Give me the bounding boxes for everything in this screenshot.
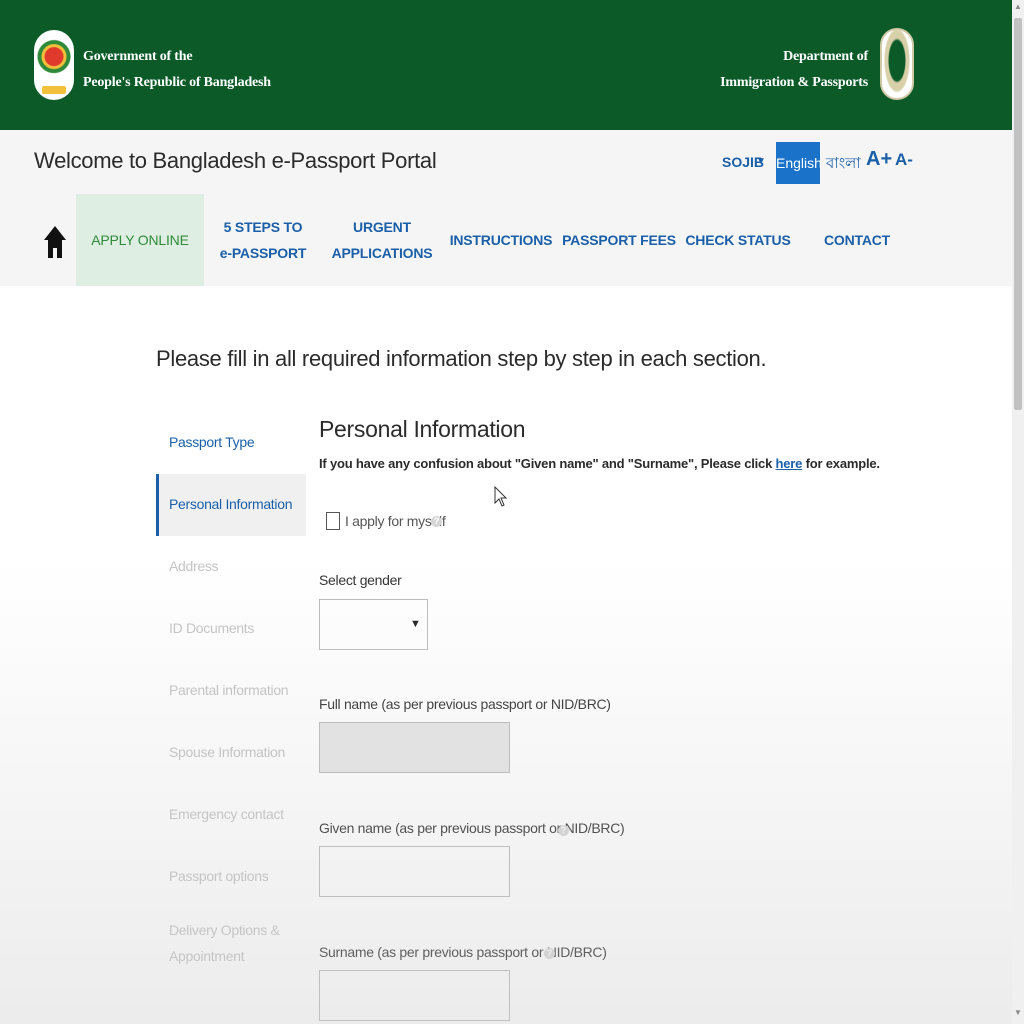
department-line-2: Immigration & Passports — [720, 75, 868, 90]
chevron-down-icon[interactable]: ▼ — [410, 618, 421, 630]
language-english-button[interactable]: English — [776, 142, 822, 184]
gender-label: Select gender — [319, 572, 402, 588]
language-bangla-button[interactable]: বাংলা — [826, 152, 861, 177]
nav-instructions[interactable]: INSTRUCTIONS — [442, 194, 560, 286]
home-icon[interactable] — [42, 224, 68, 260]
apply-for-myself-checkbox[interactable] — [326, 512, 340, 530]
step-personal-information[interactable]: Personal Information — [169, 496, 292, 512]
department-line-1: Department of — [783, 49, 868, 64]
name-help-prefix: If you have any confusion about "Given n… — [319, 456, 776, 471]
section-title: Personal Information — [319, 416, 526, 442]
name-help-link[interactable]: here — [776, 456, 803, 471]
user-menu-caret-icon[interactable]: ▼ — [756, 156, 766, 167]
dip-emblem-logo — [880, 28, 914, 100]
step-appointment: Appointment — [169, 948, 245, 964]
nav-contact[interactable]: CONTACT — [798, 194, 916, 286]
page: Government of the People's Republic of B… — [0, 0, 1012, 1024]
given-name-label: Given name (as per previous passport or … — [319, 820, 625, 836]
step-spouse-information: Spouse Information — [169, 744, 286, 760]
nav-passport-fees[interactable]: PASSPORT FEES — [560, 194, 678, 286]
step-passport-options: Passport options — [169, 868, 269, 884]
department-title: Department of Immigration & Passports — [720, 44, 868, 96]
page-instruction: Please fill in all required information … — [156, 346, 767, 371]
bangladesh-emblem-logo — [34, 30, 74, 100]
nav-urgent-applications[interactable]: URGENT APPLICATIONS — [322, 194, 442, 286]
font-increase-button[interactable]: A+ — [866, 148, 892, 171]
nav-check-status[interactable]: CHECK STATUS — [678, 194, 798, 286]
step-parental-information: Parental information — [169, 682, 289, 698]
step-address: Address — [169, 558, 219, 574]
help-icon[interactable]: ? — [431, 516, 442, 527]
help-icon[interactable]: ? — [558, 825, 569, 836]
government-title: Government of the People's Republic of B… — [83, 44, 271, 96]
name-help-suffix: for example. — [802, 456, 880, 471]
portal-title: Welcome to Bangladesh e-Passport Portal — [34, 148, 437, 173]
government-line-2: People's Republic of Bangladesh — [83, 75, 271, 90]
mouse-cursor-icon — [494, 486, 508, 507]
font-decrease-button[interactable]: A- — [895, 150, 913, 170]
surname-label: Surname (as per previous passport or NID… — [319, 944, 607, 960]
step-id-documents: ID Documents — [169, 620, 255, 636]
name-help-text: If you have any confusion about "Given n… — [319, 456, 880, 471]
full-name-field — [319, 722, 510, 773]
full-name-label: Full name (as per previous passport or N… — [319, 696, 611, 712]
given-name-field[interactable] — [319, 846, 510, 897]
scroll-up-arrow-icon[interactable]: ▲ — [1014, 2, 1022, 11]
scrollbar-thumb[interactable] — [1014, 18, 1022, 410]
step-passport-type[interactable]: Passport Type — [169, 434, 255, 450]
nav-apply-online[interactable]: APPLY ONLINE — [76, 194, 204, 286]
surname-field[interactable] — [319, 970, 510, 1021]
government-line-1: Government of the — [83, 49, 193, 64]
help-icon[interactable]: ? — [544, 948, 555, 959]
nav-5-steps[interactable]: 5 STEPS TO e-PASSPORT — [204, 194, 322, 286]
step-emergency-contact: Emergency contact — [169, 806, 284, 822]
scroll-down-arrow-icon[interactable]: ▼ — [1014, 1008, 1022, 1017]
step-delivery-options: Delivery Options & — [169, 922, 280, 938]
